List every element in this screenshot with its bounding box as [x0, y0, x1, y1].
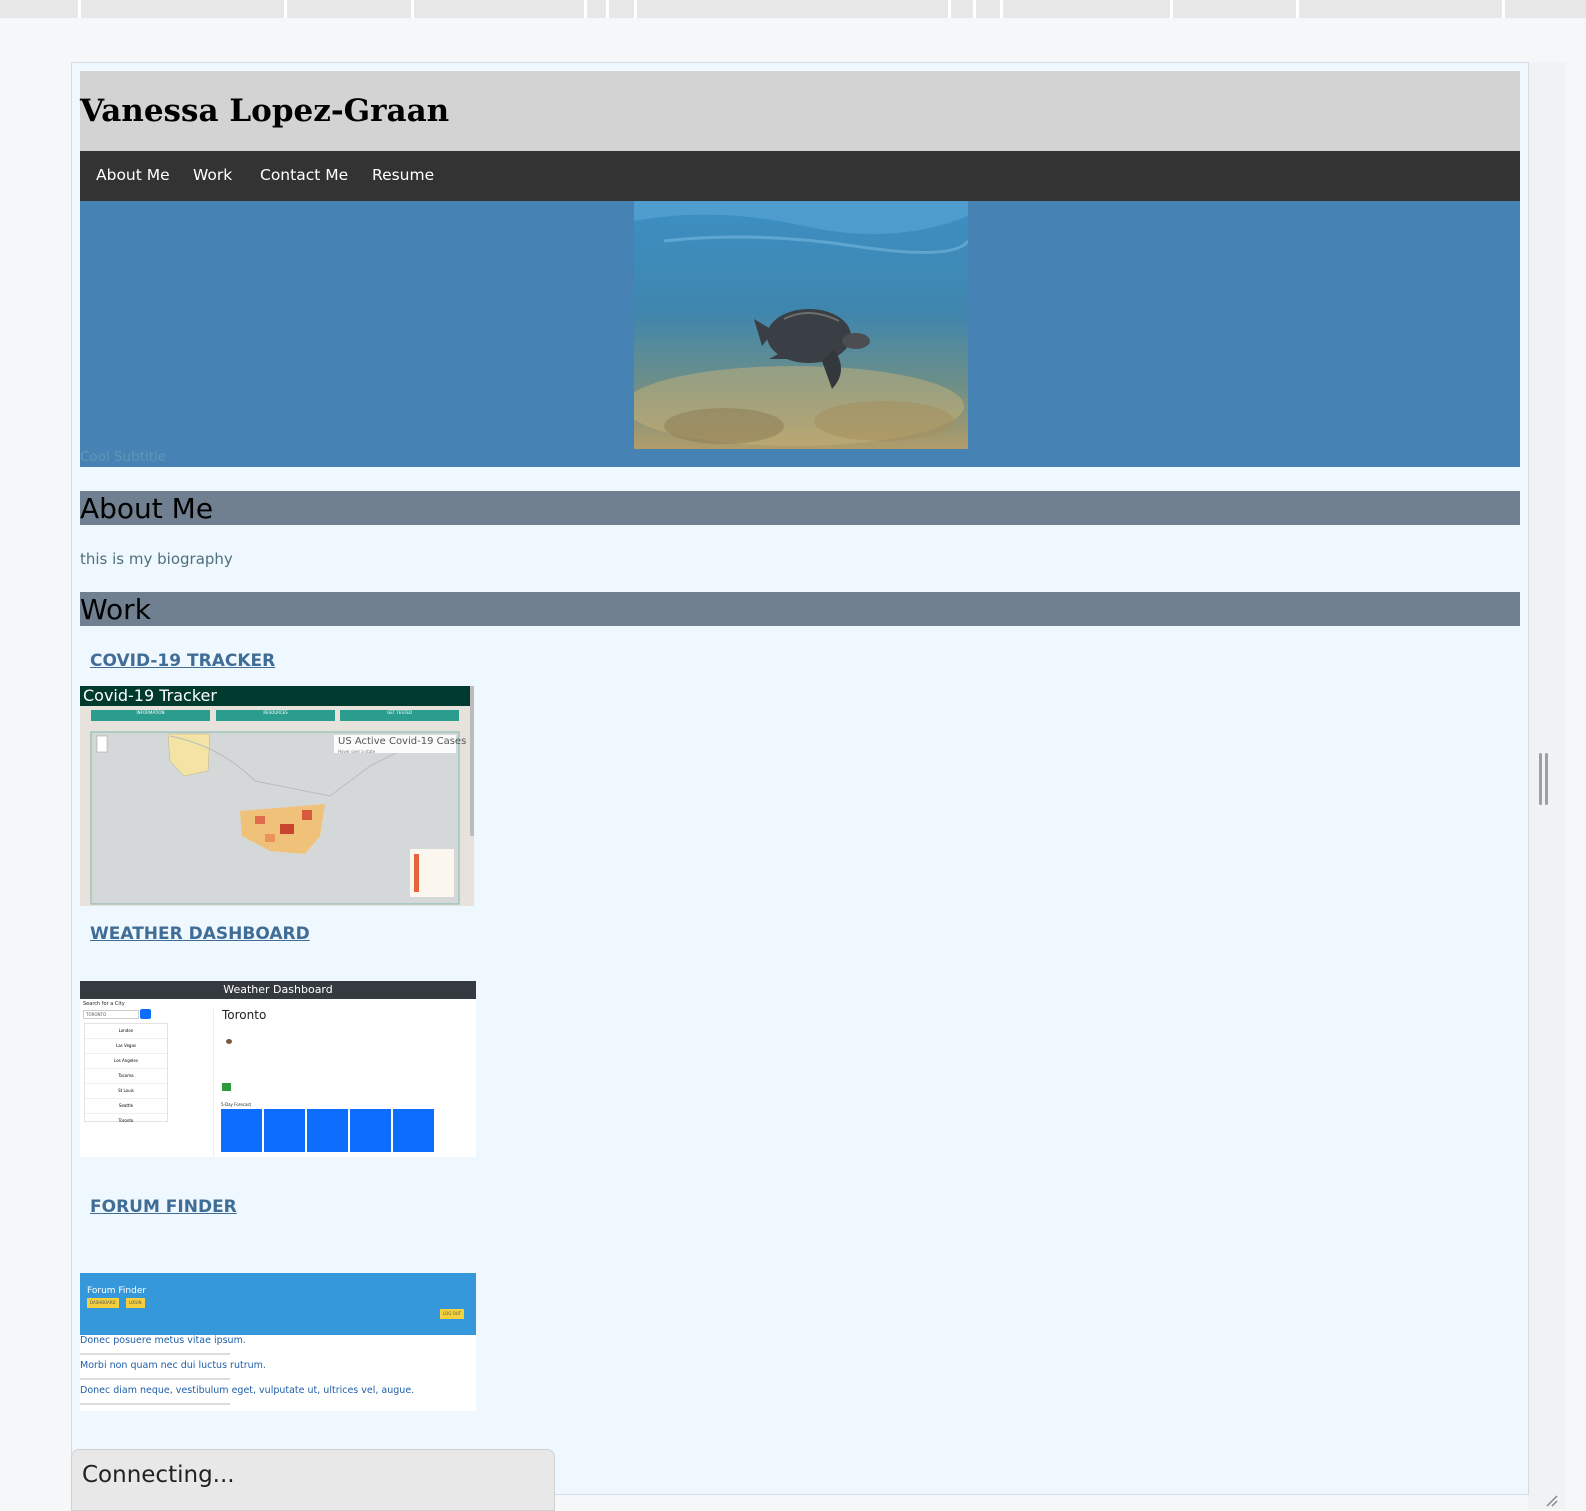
forecast-card	[264, 1109, 305, 1152]
tab-separator	[634, 0, 637, 18]
bio-text: this is my biography	[80, 550, 233, 568]
tab-separator	[973, 0, 976, 18]
forum-thumb-post: Donec posuere metus vitae ipsum.	[80, 1335, 246, 1346]
page-preview-frame: Vanessa Lopez-Graan About Me Work Contac…	[71, 62, 1529, 1495]
uv-index-badge	[222, 1083, 231, 1091]
covid-thumb-map-title: US Active Covid-19 Cases	[338, 736, 467, 747]
tab-separator	[1296, 0, 1299, 18]
tab-separator	[284, 0, 287, 18]
tab-separator	[584, 0, 587, 18]
forum-thumb-post: Donec diam neque, vestibulum eget, vulpu…	[80, 1385, 415, 1396]
weather-thumb-city: Toronto	[118, 1118, 134, 1123]
about-heading-bar: About Me	[80, 491, 1520, 525]
forecast-card	[307, 1109, 348, 1152]
nav-work[interactable]: Work	[193, 166, 232, 184]
covid-tracker-thumbnail[interactable]: Covid-19 Tracker INFORMATION RESOURCES G…	[80, 686, 474, 906]
tab-separator	[1170, 0, 1173, 18]
forum-thumb-title: Forum Finder	[87, 1286, 147, 1296]
covid-thumb-btn-get-tested: GET TESTED	[387, 710, 412, 715]
tab-strip	[0, 0, 1586, 18]
resize-handle[interactable]	[1539, 753, 1549, 805]
about-heading: About Me	[80, 492, 214, 525]
forum-thumb-post: Morbi non quam nec dui luctus rutrum.	[80, 1360, 266, 1371]
hero-banner: Cool Subtitle	[80, 201, 1520, 467]
weather-thumb-city: Las Vegas	[85, 1039, 167, 1054]
weather-thumb-city: St Louis	[85, 1084, 167, 1099]
project-link-covid-tracker[interactable]: COVID-19 TRACKER	[90, 651, 275, 671]
weather-thumb-search-label: Search for a City	[83, 1001, 125, 1007]
weather-thumb-city: Seattle	[85, 1099, 167, 1114]
weather-thumb-search-icon	[140, 1009, 151, 1019]
weather-thumb-title: Weather Dashboard	[223, 983, 333, 996]
forecast-card	[393, 1109, 434, 1152]
hero-subtitle: Cool Subtitle	[80, 449, 167, 465]
tab-separator	[948, 0, 951, 18]
weather-thumb-forecast-label: 5-Day Forecast	[221, 1102, 252, 1107]
forum-thumb-nav-login: LOGIN	[126, 1298, 145, 1308]
site-header: Vanessa Lopez-Graan	[80, 71, 1520, 151]
tab-separator	[606, 0, 609, 18]
project-link-forum-finder[interactable]: FORUM FINDER	[90, 1197, 237, 1217]
covid-thumb-btn-resources: RESOURCES	[263, 710, 288, 715]
forecast-card	[221, 1109, 262, 1152]
nav-contact-me[interactable]: Contact Me	[260, 166, 348, 184]
covid-thumb-title: Covid-19 Tracker	[83, 686, 217, 705]
weather-thumb-search-input: TORONTO	[83, 1010, 139, 1019]
site-title: Vanessa Lopez-Graan	[80, 93, 450, 129]
resize-corner-icon[interactable]	[1545, 1494, 1559, 1508]
tab-separator	[78, 0, 81, 18]
weather-thumb-city-list: London Las Vegas Los Angeles Tacoma St L…	[84, 1023, 168, 1123]
main-nav: About Me Work Contact Me Resume	[80, 151, 1520, 201]
nav-resume[interactable]: Resume	[372, 166, 434, 184]
forum-finder-thumbnail[interactable]: Forum Finder DASHBOARD LOGIN LOG OUT Don…	[80, 1273, 476, 1411]
weather-thumb-city: Los Angeles	[85, 1054, 167, 1069]
project-link-weather-dashboard[interactable]: WEATHER DASHBOARD	[90, 924, 310, 944]
weather-thumb-city-name: Toronto	[222, 1008, 267, 1022]
forecast-card	[350, 1109, 391, 1152]
covid-thumb-btn-information: INFORMATION	[136, 710, 165, 715]
connection-status-text: Connecting...	[82, 1462, 235, 1488]
covid-thumb-map-hint: Hover over a state	[338, 749, 376, 754]
tab-separator	[411, 0, 414, 18]
tab-separator	[1000, 0, 1003, 18]
work-heading: Work	[80, 593, 151, 626]
tab-separator	[1502, 0, 1505, 18]
weather-thumb-city: London	[85, 1024, 167, 1039]
sea-turtle-photo	[634, 201, 968, 449]
weather-icon	[226, 1039, 232, 1044]
weather-dashboard-thumbnail[interactable]: Weather Dashboard Search for a City TORO…	[80, 981, 476, 1157]
connection-status-panel: Connecting...	[71, 1449, 555, 1511]
nav-about-me[interactable]: About Me	[96, 166, 170, 184]
weather-thumb-city: Tacoma	[85, 1069, 167, 1084]
work-heading-bar: Work	[80, 592, 1520, 626]
forum-thumb-logout: LOG OUT	[440, 1309, 465, 1319]
forum-thumb-nav-dashboard: DASHBOARD	[87, 1298, 119, 1308]
